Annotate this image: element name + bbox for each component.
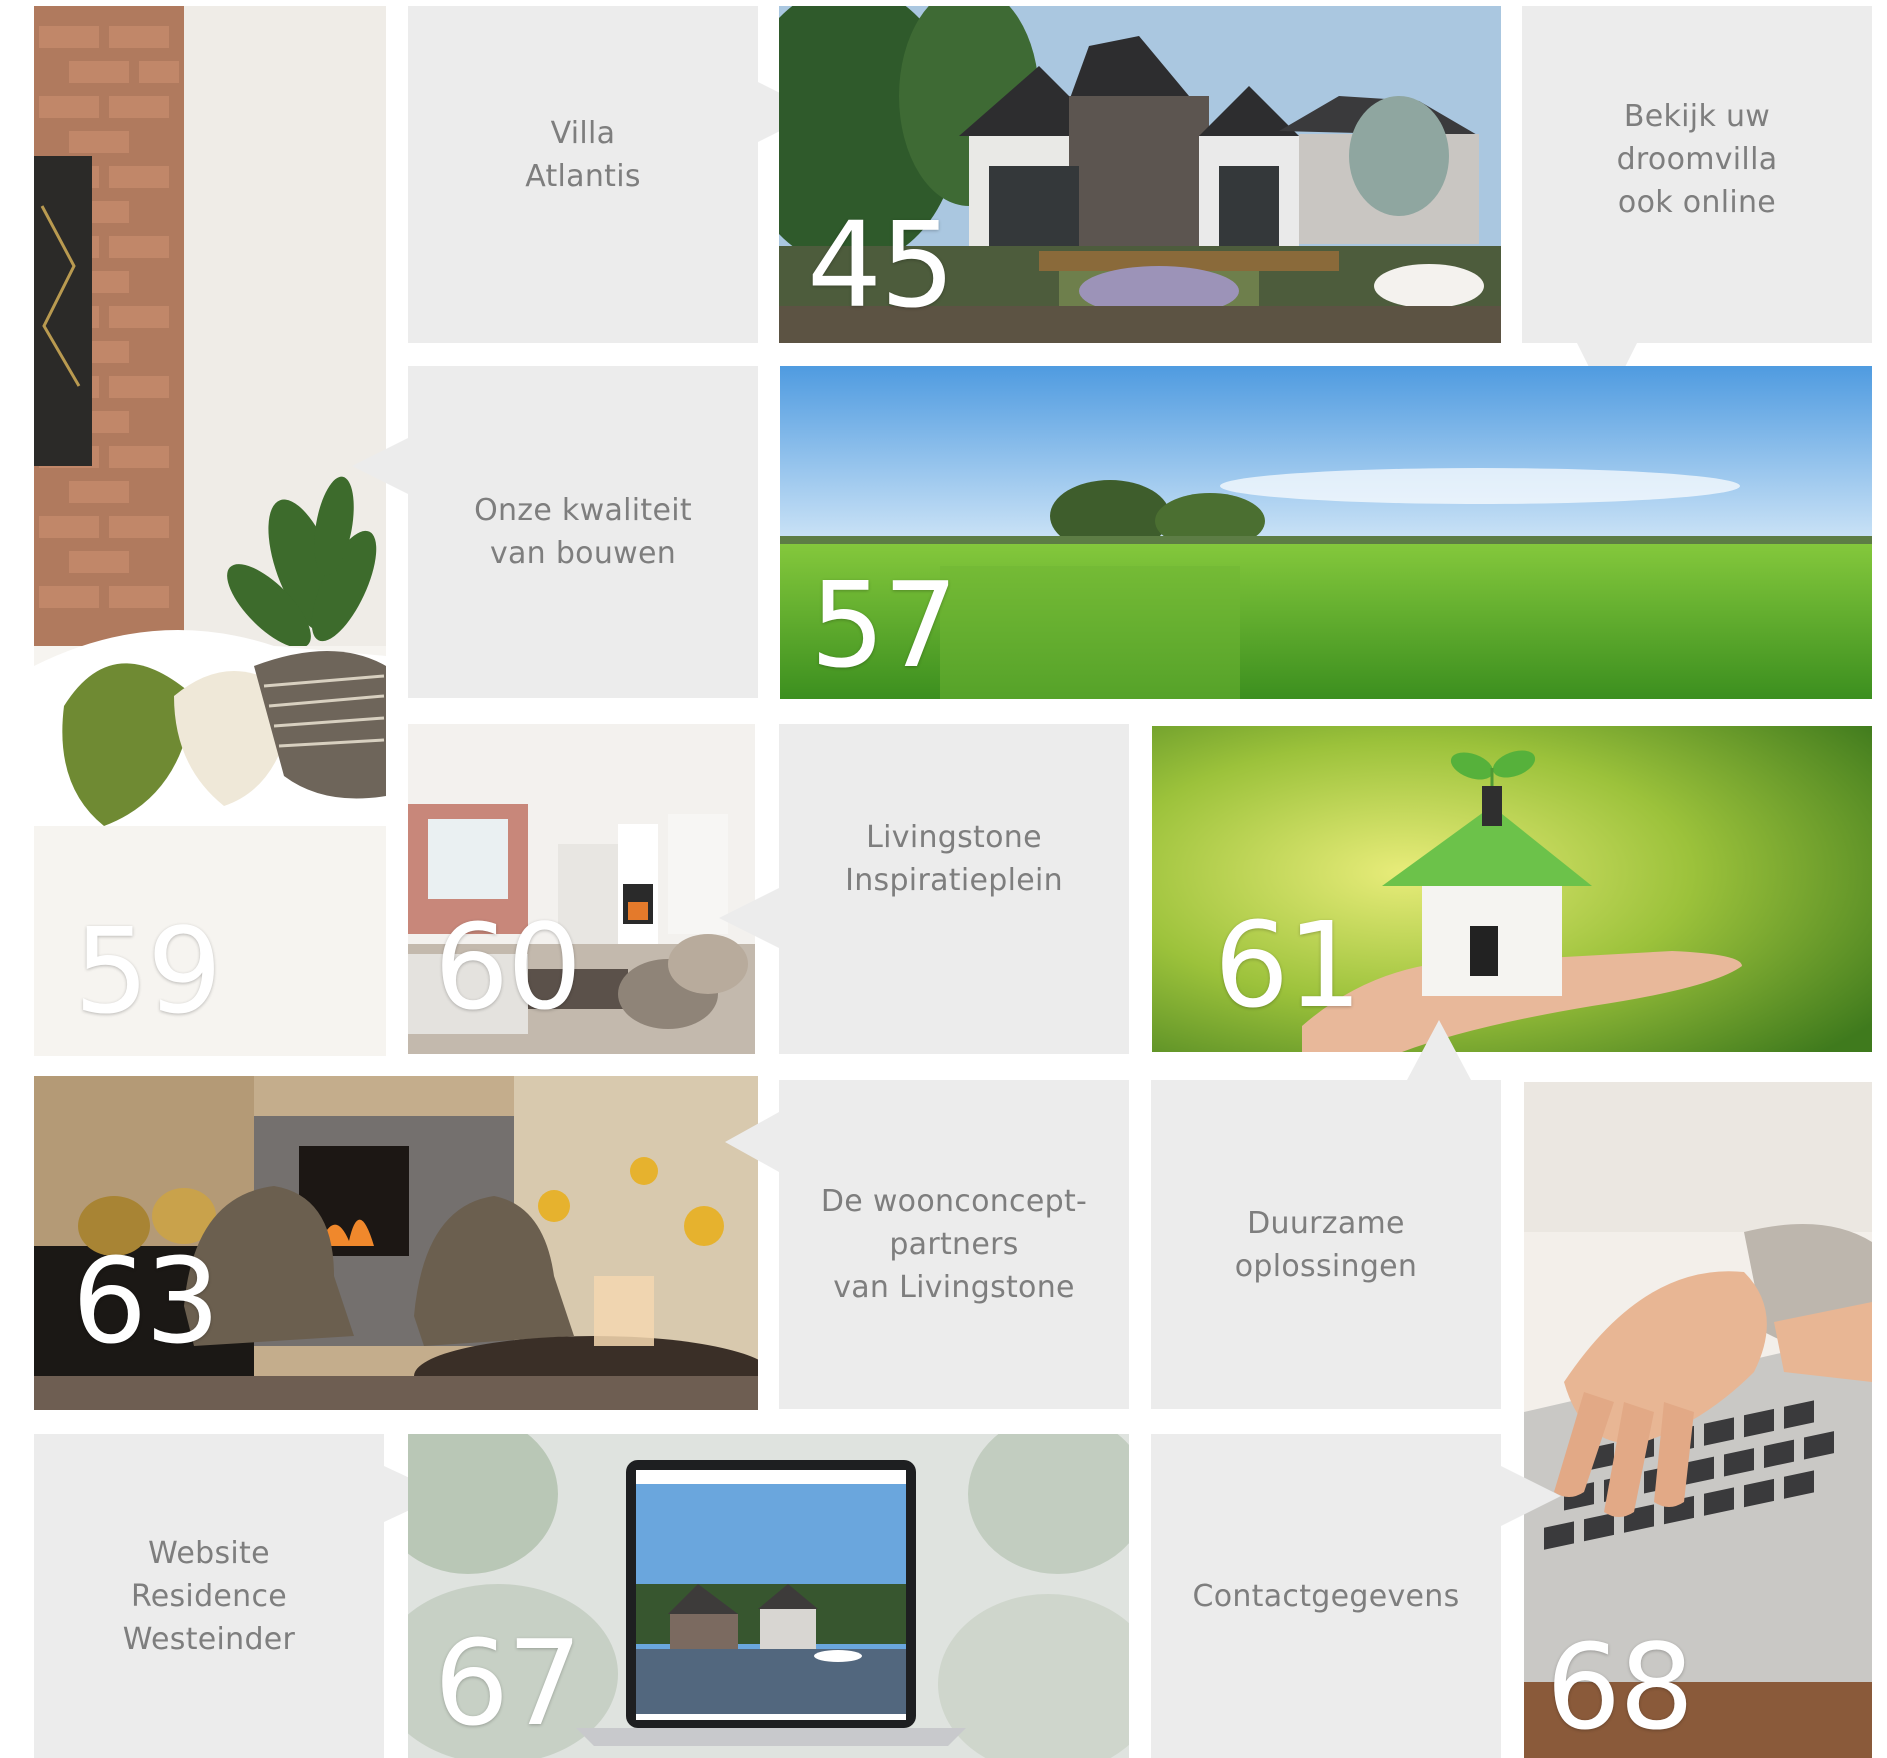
photo-house-in-hand-61[interactable]: 61	[1152, 726, 1872, 1052]
tile-line: Livingstone	[866, 820, 1042, 855]
photo-laptop-typing-68[interactable]: 68	[1524, 1082, 1872, 1758]
menu-tile-kwaliteit-bouwen[interactable]: Onze kwaliteit van bouwen	[408, 366, 758, 698]
photo-living-room-59[interactable]: 59	[34, 6, 386, 1056]
page-number-67: 67	[434, 1614, 582, 1752]
tile-line: Atlantis	[525, 158, 641, 194]
tile-line: van Livingstone	[833, 1270, 1075, 1305]
menu-tile-duurzame-oplossingen[interactable]: Duurzame oplossingen	[1151, 1080, 1501, 1409]
page-number-61: 61	[1214, 896, 1362, 1034]
pointer-arrow-left	[719, 888, 779, 948]
tile-line: Contactgegevens	[1192, 1578, 1460, 1614]
menu-tile-woonconcept-partners[interactable]: De woonconcept- partners van Livingstone	[779, 1080, 1129, 1409]
pointer-arrow-up	[1407, 1020, 1471, 1080]
tile-line: Bekijk uw	[1623, 99, 1771, 134]
menu-tile-website-residence[interactable]: Website Residence Westeinder	[34, 1434, 384, 1758]
tile-line: Onze kwaliteit	[474, 493, 692, 528]
menu-tile-villa-atlantis[interactable]: Villa Atlantis	[408, 6, 758, 343]
tile-line: van bouwen	[489, 536, 677, 571]
page-number-57: 57	[810, 556, 958, 694]
photo-interior-60[interactable]: 60	[408, 724, 755, 1054]
menu-tile-inspiratieplein[interactable]: Livingstone Inspiratieplein	[779, 724, 1129, 1054]
menu-tile-droomvilla-online[interactable]: Bekijk uw droomvilla ook online	[1522, 6, 1872, 343]
photo-website-laptop-67[interactable]: 67	[408, 1434, 1129, 1758]
tile-line: Website	[148, 1535, 270, 1571]
tile-line: Villa	[550, 115, 616, 151]
photo-green-field-57[interactable]: 57	[780, 366, 1872, 699]
page-number-63: 63	[72, 1232, 220, 1370]
page-number-45: 45	[807, 196, 955, 334]
page-number-68: 68	[1546, 1618, 1694, 1756]
menu-tile-contactgegevens[interactable]: Contactgegevens	[1151, 1434, 1501, 1758]
pointer-arrow-left	[725, 1112, 779, 1172]
tile-line: oplossingen	[1234, 1248, 1418, 1284]
tile-line: Residence	[130, 1578, 288, 1614]
tile-line: Duurzame	[1247, 1205, 1405, 1241]
tile-line: Inspiratieplein	[845, 863, 1063, 898]
tile-line: ook online	[1617, 185, 1777, 220]
pointer-arrow-left	[352, 438, 408, 494]
pointer-arrow-right	[1501, 1466, 1561, 1526]
page-number-60: 60	[434, 898, 582, 1036]
photo-fireplace-lounge-63[interactable]: 63	[34, 1076, 758, 1410]
tile-line: Westeinder	[122, 1621, 296, 1657]
photo-villa-exterior-45[interactable]: 45	[779, 6, 1501, 343]
tile-line: De woonconcept-	[820, 1184, 1088, 1219]
page-number-59: 59	[74, 902, 222, 1040]
tile-line: droomvilla	[1616, 142, 1778, 177]
living-room-illustration	[34, 6, 386, 1056]
tile-line: partners	[889, 1227, 1019, 1262]
